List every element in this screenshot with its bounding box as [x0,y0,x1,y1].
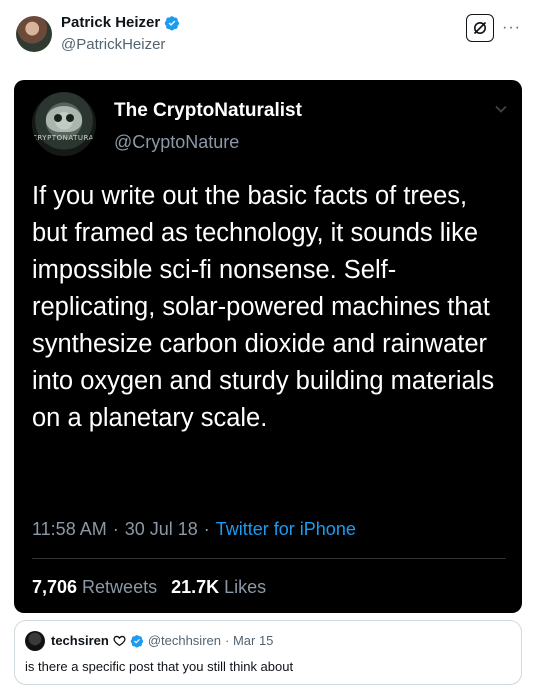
verified-badge-icon [130,634,143,648]
quoted-tweet-text: is there a specific post that you still … [25,659,294,674]
quoted-tweet[interactable]: techsiren @techhsiren · Mar 15 is there … [14,620,522,685]
grok-icon [473,21,487,35]
skull-icon [46,106,82,132]
author-name[interactable]: Patrick Heizer [61,14,160,31]
retweets-label: Retweets [82,577,158,597]
embedded-author-handle: @CryptoNature [114,132,240,152]
avatar-logo-text: CRYPTONATURALIST [32,134,96,142]
quoted-tweet-header: techsiren @techhsiren · Mar 15 [51,633,273,648]
more-options-button[interactable]: ··· [502,20,521,36]
skull-eye-right [66,114,74,122]
quoted-tweet-date: · Mar 15 [225,633,274,648]
embedded-source: Twitter for iPhone [215,519,356,539]
top-actions: ··· [466,14,521,42]
skull-eye-left [54,114,62,122]
quoted-author-name: techsiren [51,633,109,648]
embedded-time: 11:58 AM [32,519,107,539]
verified-badge-icon [165,15,180,30]
embedded-date: 30 Jul 18 [124,519,198,539]
likes-stat: 21.7K Likes [171,577,266,598]
author-avatar[interactable] [16,16,52,52]
meta-separator: · [203,519,210,539]
author-name-row: Patrick Heizer [61,14,180,31]
likes-label: Likes [224,577,267,597]
embedded-tweet-meta: 11:58 AM · 30 Jul 18 · Twitter for iPhon… [32,519,356,540]
author-handle[interactable]: @PatrickHeizer [61,36,165,53]
embedded-author-name: The CryptoNaturalist [114,100,302,121]
grok-button[interactable] [466,14,495,42]
heart-outline-icon [113,635,126,647]
chevron-down-icon [495,105,507,113]
embedded-avatar: CRYPTONATURALIST [32,92,96,156]
embedded-tweet-image: CRYPTONATURALIST The CryptoNaturalist @C… [14,80,522,613]
retweets-stat: 7,706 Retweets [32,577,157,598]
retweets-count: 7,706 [32,577,78,597]
quoted-author-avatar [25,631,45,651]
embedded-tweet-text: If you write out the basic facts of tree… [32,182,495,432]
embedded-divider [32,558,506,559]
embedded-stats: 7,706 Retweets 21.7K Likes [32,577,266,598]
quoted-author-handle: @techhsiren [147,633,221,648]
meta-separator: · [112,519,119,539]
likes-count: 21.7K [171,577,220,597]
